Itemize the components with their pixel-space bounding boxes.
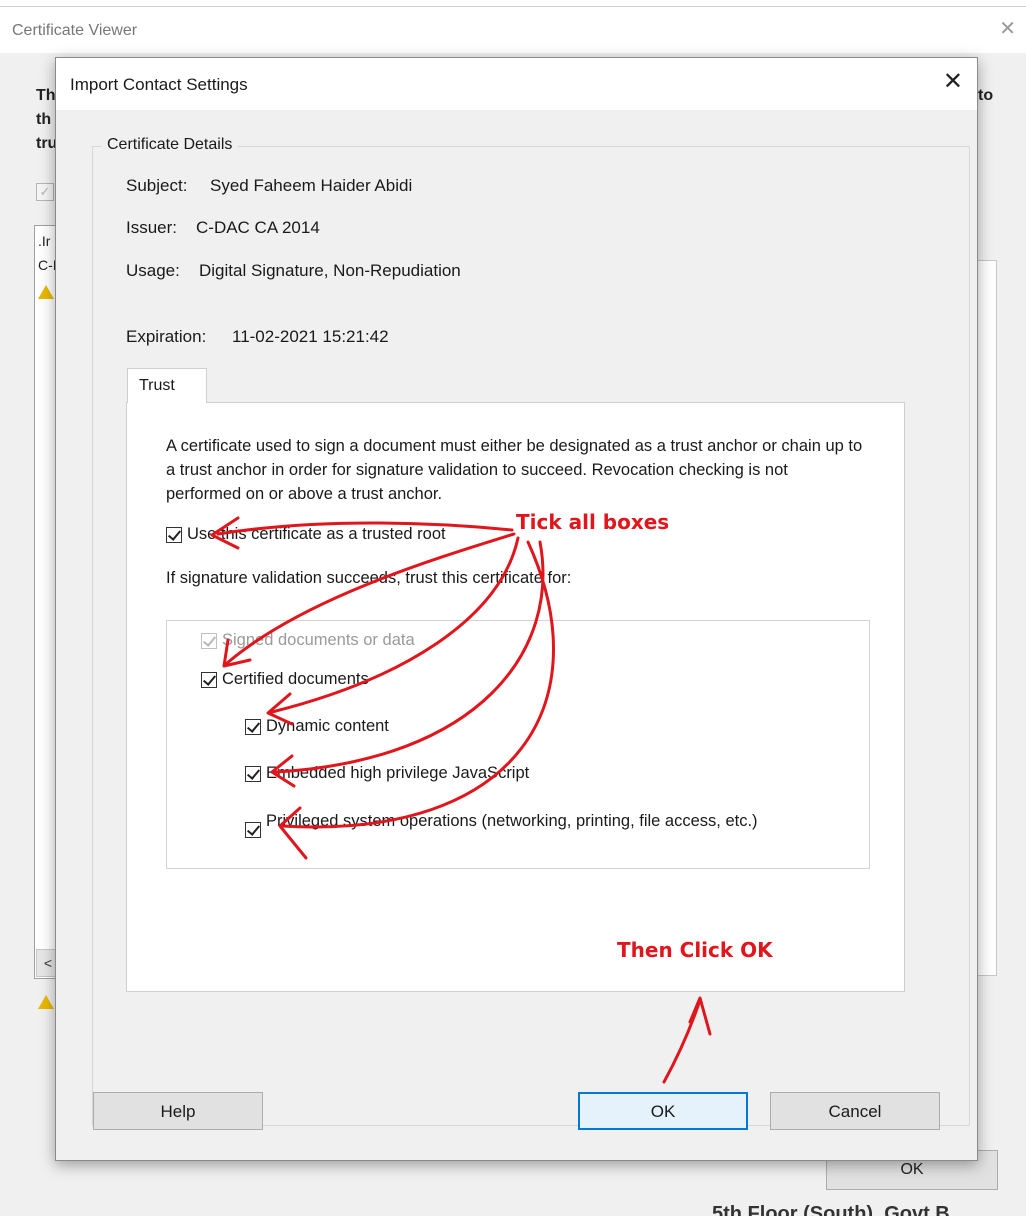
certificate-viewer-titlebar: Certificate Viewer ✕ [0, 7, 1026, 53]
certificate-viewer-title: Certificate Viewer [12, 22, 138, 39]
issuer-label: Issuer: [126, 218, 178, 237]
embedded-js-checkbox-row[interactable]: Embedded high privilege JavaScript [245, 764, 529, 783]
trust-prompt: If signature validation succeeds, trust … [166, 569, 572, 587]
issuer-value: C-DAC CA 2014 [196, 218, 320, 237]
close-icon[interactable]: ✕ [943, 70, 963, 94]
background-footer-text: 5th Floor (South), Govt B [712, 1203, 950, 1216]
embedded-js-label: Embedded high privilege JavaScript [266, 764, 530, 782]
expiration-value: 11-02-2021 15:21:42 [232, 327, 389, 346]
dialog-title: Import Contact Settings [70, 75, 248, 94]
warning-icon [38, 285, 54, 299]
certificate-viewer-heading-fragment-right: to [978, 87, 994, 104]
dynamic-content-label: Dynamic content [266, 717, 389, 735]
subject-value: Syed Faheem Haider Abidi [210, 176, 413, 195]
dialog-titlebar: Import Contact Settings ✕ [56, 58, 977, 110]
certified-documents-checkbox[interactable] [201, 671, 217, 688]
signed-documents-label: Signed documents or data [222, 631, 415, 649]
tab-trust-label: Trust [139, 377, 175, 394]
annotation-tick-all-boxes: Tick all boxes [516, 510, 670, 534]
certificate-viewer-list-item-1: .Ir [38, 233, 51, 249]
annotation-then-click-ok: Then Click OK [617, 938, 773, 962]
certificate-viewer-heading-fragment-1: Th [36, 87, 56, 104]
cancel-button[interactable]: Cancel [770, 1092, 940, 1130]
ok-button[interactable]: OK [578, 1092, 748, 1130]
certified-documents-checkbox-row[interactable]: Certified documents [201, 670, 369, 689]
privileged-ops-checkbox[interactable] [245, 822, 261, 838]
privileged-ops-checkbox-row[interactable]: Privileged system operations (networking… [245, 810, 786, 838]
usage-value: Digital Signature, Non-Repudiation [199, 261, 461, 280]
certificate-viewer-right-panel [975, 260, 997, 976]
certificate-viewer-close-icon[interactable]: ✕ [999, 19, 1016, 39]
help-button[interactable]: Help [93, 1092, 263, 1130]
screenshot-stage: Certificate Viewer ✕ Th th tru to ✓ .Ir … [0, 0, 1026, 1216]
embedded-js-checkbox[interactable] [245, 765, 261, 782]
signed-documents-checkbox-row: Signed documents or data [201, 631, 415, 650]
trusted-root-checkbox-row[interactable]: Use this certificate as a trusted root [166, 525, 446, 544]
certificate-viewer-checkbox[interactable]: ✓ [36, 183, 54, 201]
certificate-viewer-heading-fragment-2: th [36, 111, 52, 128]
certificate-details-legend: Certificate Details [101, 136, 239, 154]
subject-label: Subject: [126, 176, 188, 195]
certified-documents-label: Certified documents [222, 670, 369, 688]
trusted-root-checkbox[interactable] [166, 526, 182, 543]
trusted-root-label: Use this certificate as a trusted root [187, 525, 446, 543]
trust-description: A certificate used to sign a document mu… [166, 437, 863, 503]
certificate-viewer-list-item-2: C-I [38, 257, 57, 273]
tab-trust[interactable]: Trust [127, 368, 207, 403]
dynamic-content-checkbox-row[interactable]: Dynamic content [245, 717, 389, 736]
privileged-ops-label: Privileged system operations (networking… [266, 812, 758, 830]
warning-icon [38, 995, 54, 1009]
import-contact-settings-dialog: Import Contact Settings ✕ Certificate De… [55, 57, 978, 1161]
expiration-label: Expiration: [126, 327, 207, 346]
usage-label: Usage: [126, 261, 180, 280]
signed-documents-checkbox [201, 632, 217, 649]
dynamic-content-checkbox[interactable] [245, 718, 261, 735]
